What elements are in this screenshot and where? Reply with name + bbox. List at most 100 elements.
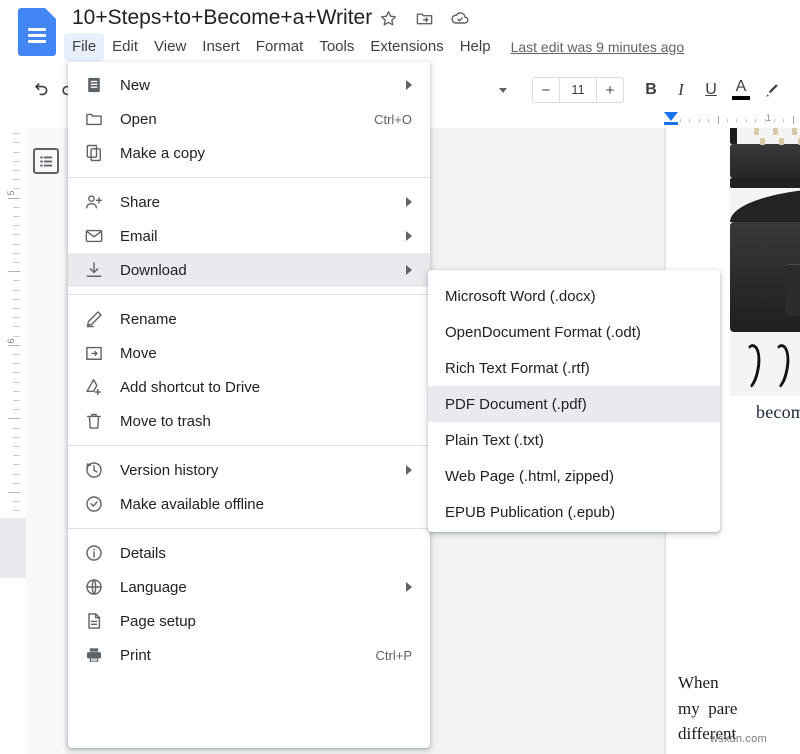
file-menu[interactable]: NewOpenCtrl+OMake a copyShareEmailDownlo… bbox=[68, 62, 430, 748]
move-to-folder-icon[interactable] bbox=[414, 8, 434, 28]
cloud-saved-icon[interactable] bbox=[450, 8, 470, 28]
ruler-number: 5 bbox=[6, 184, 16, 202]
file-menu-item-open[interactable]: OpenCtrl+O bbox=[68, 102, 430, 136]
submenu-arrow-icon bbox=[406, 231, 412, 241]
menu-tools[interactable]: Tools bbox=[311, 33, 362, 61]
italic-button[interactable]: I bbox=[666, 75, 696, 105]
file-menu-item-language[interactable]: Language bbox=[68, 570, 430, 604]
keyboard-shortcut: Ctrl+O bbox=[374, 112, 418, 127]
file-menu-item-share[interactable]: Share bbox=[68, 185, 430, 219]
undo-icon[interactable] bbox=[24, 75, 54, 105]
document-big-heading-line1: So y bbox=[684, 530, 800, 567]
download-option-microsoft-word-docx[interactable]: Microsoft Word (.docx) bbox=[428, 278, 720, 314]
file-menu-item-details[interactable]: Details bbox=[68, 536, 430, 570]
file-menu-item-email[interactable]: Email bbox=[68, 219, 430, 253]
ruler-tick bbox=[755, 119, 756, 122]
ruler-tick bbox=[13, 152, 20, 153]
ruler-tick bbox=[727, 119, 728, 122]
ruler-tick bbox=[13, 510, 20, 511]
download-option-web-page-html-zipped[interactable]: Web Page (.html, zipped) bbox=[428, 458, 720, 494]
ruler-tick bbox=[13, 234, 20, 235]
file-menu-item-new[interactable]: New bbox=[68, 68, 430, 102]
document-outline-icon[interactable] bbox=[33, 148, 59, 174]
text-color-button[interactable]: A bbox=[726, 75, 756, 105]
download-option-opendocument-format-odt[interactable]: OpenDocument Format (.odt) bbox=[428, 314, 720, 350]
menu-edit[interactable]: Edit bbox=[104, 33, 146, 61]
menu-file[interactable]: File bbox=[64, 33, 104, 61]
file-menu-item-move-to-trash[interactable]: Move to trash bbox=[68, 404, 430, 438]
page-setup-icon bbox=[68, 611, 120, 631]
ruler-tick bbox=[793, 116, 794, 124]
typewriter-notebook-image bbox=[730, 118, 800, 396]
google-docs-logo-icon[interactable] bbox=[18, 8, 56, 56]
menu-format[interactable]: Format bbox=[248, 33, 312, 61]
file-menu-item-make-available-offline[interactable]: Make available offline bbox=[68, 487, 430, 521]
ruler-tick bbox=[13, 317, 20, 318]
ruler-tick bbox=[13, 400, 20, 401]
file-menu-item-add-shortcut-to-drive[interactable]: Add shortcut to Drive bbox=[68, 370, 430, 404]
underline-button[interactable]: U bbox=[696, 75, 726, 105]
ruler-tick bbox=[689, 119, 690, 122]
google-docs-window: 56 bbox=[0, 0, 800, 754]
font-size-decrease-button[interactable]: − bbox=[533, 77, 559, 103]
font-size-stepper[interactable]: − 11 + bbox=[532, 77, 624, 103]
document-big-heading-line2: t bbox=[684, 567, 800, 604]
ruler-tick bbox=[13, 446, 20, 447]
last-edit-status[interactable]: Last edit was 9 minutes ago bbox=[511, 39, 685, 55]
submenu-arrow-icon bbox=[406, 197, 412, 207]
ruler-tick bbox=[13, 363, 20, 364]
file-menu-item-make-a-copy[interactable]: Make a copy bbox=[68, 136, 430, 170]
font-size-increase-button[interactable]: + bbox=[597, 77, 623, 103]
file-menu-item-label: Language bbox=[120, 579, 406, 596]
printer-icon bbox=[68, 645, 120, 665]
menu-separator bbox=[68, 294, 430, 295]
menu-help[interactable]: Help bbox=[452, 33, 499, 61]
download-option-pdf-document-pdf[interactable]: PDF Document (.pdf) bbox=[428, 386, 720, 422]
ruler-tick bbox=[774, 119, 775, 122]
file-menu-item-download[interactable]: Download bbox=[68, 253, 430, 287]
ruler-tick bbox=[13, 474, 20, 475]
ruler-tick bbox=[13, 308, 20, 309]
text-color-swatch bbox=[732, 96, 750, 100]
download-option-rich-text-format-rtf[interactable]: Rich Text Format (.rtf) bbox=[428, 350, 720, 386]
file-menu-item-page-setup[interactable]: Page setup bbox=[68, 604, 430, 638]
vertical-ruler[interactable]: 56 bbox=[0, 118, 26, 548]
title-action-icons bbox=[378, 8, 470, 28]
file-menu-item-label: Open bbox=[120, 111, 374, 128]
email-icon bbox=[68, 226, 120, 246]
download-submenu[interactable]: Microsoft Word (.docx)OpenDocument Forma… bbox=[428, 270, 720, 532]
file-menu-item-label: Share bbox=[120, 194, 406, 211]
ruler-tick bbox=[8, 271, 20, 272]
ruler-tick bbox=[13, 464, 20, 465]
document-title[interactable]: 10+Steps+to+Become+a+Writer bbox=[72, 4, 372, 32]
ruler-tick bbox=[13, 455, 20, 456]
star-icon[interactable] bbox=[378, 8, 398, 28]
highlight-pen-icon[interactable] bbox=[756, 75, 786, 105]
ruler-tick bbox=[13, 170, 20, 171]
ruler-tick bbox=[13, 142, 20, 143]
menu-view[interactable]: View bbox=[146, 33, 194, 61]
file-menu-item-rename[interactable]: Rename bbox=[68, 302, 430, 336]
ruler-tick bbox=[13, 262, 20, 263]
left-gutter: 56 bbox=[0, 118, 26, 754]
font-name-chevron-down-icon[interactable] bbox=[490, 88, 516, 93]
menu-extensions[interactable]: Extensions bbox=[362, 33, 451, 61]
file-menu-item-label: Make a copy bbox=[120, 145, 418, 162]
ruler-tick bbox=[13, 280, 20, 281]
file-menu-item-print[interactable]: PrintCtrl+P bbox=[68, 638, 430, 672]
left-margin-bar[interactable] bbox=[664, 122, 678, 125]
download-option-epub-publication-epub[interactable]: EPUB Publication (.epub) bbox=[428, 494, 720, 530]
menu-insert[interactable]: Insert bbox=[194, 33, 248, 61]
pencil-icon bbox=[68, 309, 120, 329]
ruler-tick bbox=[13, 409, 20, 410]
file-menu-item-label: Email bbox=[120, 228, 406, 245]
file-menu-item-move[interactable]: Move bbox=[68, 336, 430, 370]
bold-button[interactable]: B bbox=[636, 75, 666, 105]
file-menu-item-version-history[interactable]: Version history bbox=[68, 453, 430, 487]
ruler-tick bbox=[13, 161, 20, 162]
globe-icon bbox=[68, 577, 120, 597]
download-option-plain-text-txt[interactable]: Plain Text (.txt) bbox=[428, 422, 720, 458]
keyboard-shortcut: Ctrl+P bbox=[376, 648, 418, 663]
ruler-tick bbox=[699, 119, 700, 122]
font-size-value[interactable]: 11 bbox=[559, 77, 597, 103]
